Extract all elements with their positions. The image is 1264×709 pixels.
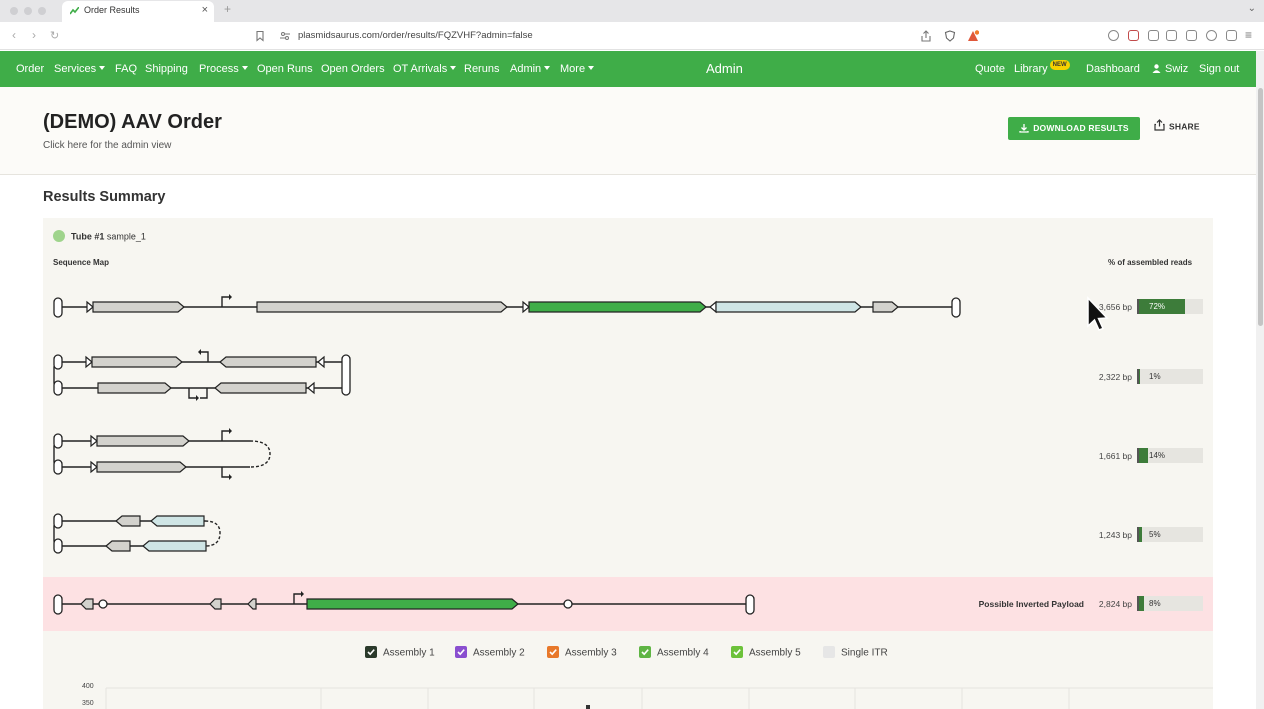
row-3-percent: 14%	[1149, 451, 1166, 460]
legend-label: Assembly 2	[473, 647, 525, 659]
legend-label: Assembly 3	[565, 647, 617, 659]
legend-label: Single ITR	[841, 647, 888, 659]
checkbox-icon	[455, 646, 467, 658]
row-5-bar-fill	[1139, 596, 1145, 611]
assembly-map-5[interactable]	[53, 591, 755, 615]
row-2-percent: 1%	[1149, 372, 1161, 381]
mouse-cursor-icon	[1087, 296, 1109, 331]
row-4-bar-fill	[1139, 527, 1143, 542]
row-4-percent-bar: 5%	[1137, 527, 1203, 542]
y-tick-label: 350	[82, 700, 94, 707]
legend-assembly-2[interactable]: Assembly 2	[455, 646, 525, 659]
row-1-percent: 72%	[1149, 302, 1166, 311]
checkbox-icon	[547, 646, 559, 658]
row-3-percent-bar: 14%	[1137, 448, 1203, 463]
row-5-percent: 8%	[1149, 599, 1161, 608]
row-2-bar-fill	[1139, 369, 1140, 384]
row-2-size: 2,322 bp	[1098, 372, 1132, 382]
legend-label: Assembly 1	[383, 647, 435, 659]
checkbox-icon	[639, 646, 651, 658]
legend-label: Assembly 4	[657, 647, 709, 659]
row-4-percent: 5%	[1149, 530, 1161, 539]
legend-single-itr[interactable]: Single ITR	[823, 646, 888, 659]
row-3-size: 1,661 bp	[1098, 451, 1132, 461]
legend-assembly-4[interactable]: Assembly 4	[639, 646, 709, 659]
row-1-percent-bar: 72%	[1137, 299, 1203, 314]
y-tick-label: 400	[82, 683, 94, 690]
checkbox-icon	[823, 646, 835, 658]
legend-assembly-3[interactable]: Assembly 3	[547, 646, 617, 659]
assembly-map-4[interactable]	[53, 513, 221, 554]
row-5-size: 2,824 bp	[1098, 599, 1132, 609]
inverted-payload-note: Possible Inverted Payload	[978, 599, 1084, 609]
checkbox-icon	[731, 646, 743, 658]
assembly-map-2[interactable]	[53, 349, 351, 401]
row-2-percent-bar: 1%	[1137, 369, 1203, 384]
legend-assembly-1[interactable]: Assembly 1	[365, 646, 435, 659]
legend-label: Assembly 5	[749, 647, 801, 659]
checkbox-icon	[365, 646, 377, 658]
assembly-map-1[interactable]	[53, 294, 961, 318]
chart-gridlines	[105, 687, 1213, 709]
row-4-size: 1,243 bp	[1098, 530, 1132, 540]
row-5-percent-bar: 8%	[1137, 596, 1203, 611]
legend-assembly-5[interactable]: Assembly 5	[731, 646, 801, 659]
row-3-bar-fill	[1139, 448, 1148, 463]
assembly-map-3[interactable]	[53, 428, 271, 480]
